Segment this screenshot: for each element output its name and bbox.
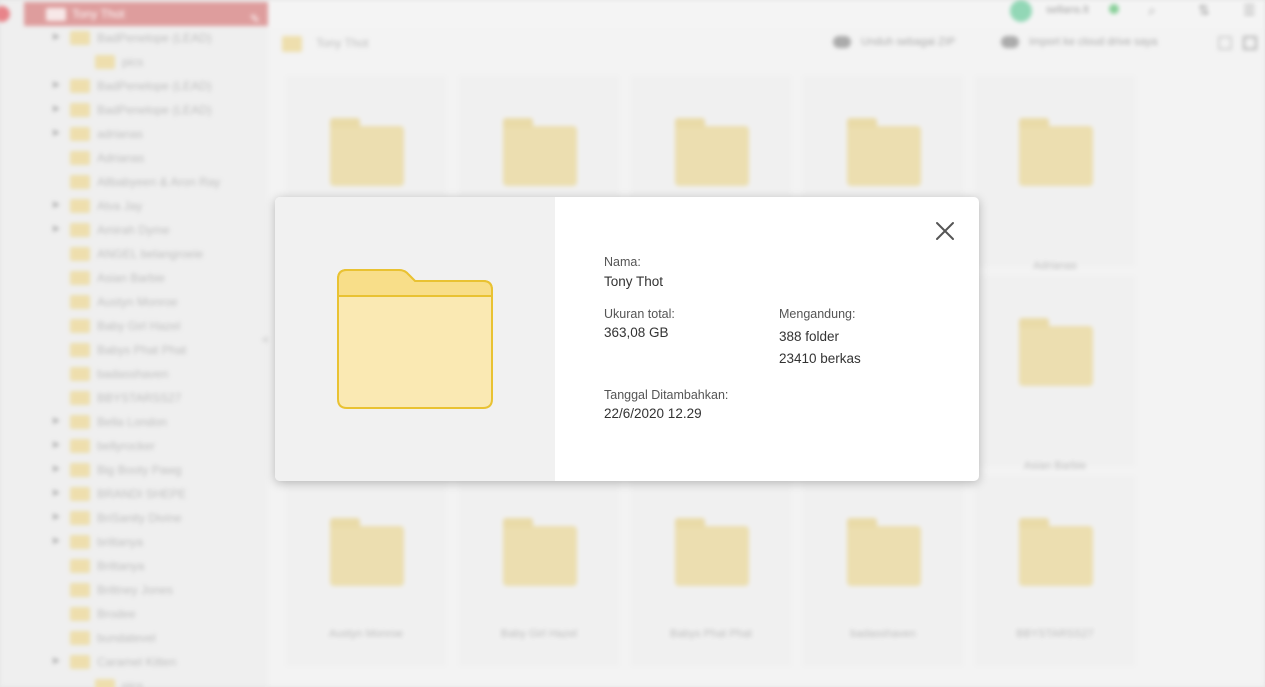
close-icon[interactable]	[933, 219, 957, 243]
contains-label: Mengandung:	[779, 307, 856, 321]
folder-preview-panel	[275, 197, 555, 481]
contains-folders-value: 388 folder	[779, 329, 840, 344]
size-label: Ukuran total:	[604, 307, 675, 321]
size-value: 363,08 GB	[604, 325, 669, 340]
name-value: Tony Thot	[604, 274, 664, 289]
date-added-label: Tanggal Ditambahkan:	[604, 388, 729, 402]
date-added-value: 22/6/2020 12.29	[604, 406, 702, 421]
folder-icon	[337, 269, 493, 409]
contains-files-value: 23410 berkas	[779, 351, 861, 366]
name-label: Nama:	[604, 255, 641, 269]
folder-info-dialog: Nama: Tony Thot Ukuran total: 363,08 GB …	[275, 197, 979, 481]
